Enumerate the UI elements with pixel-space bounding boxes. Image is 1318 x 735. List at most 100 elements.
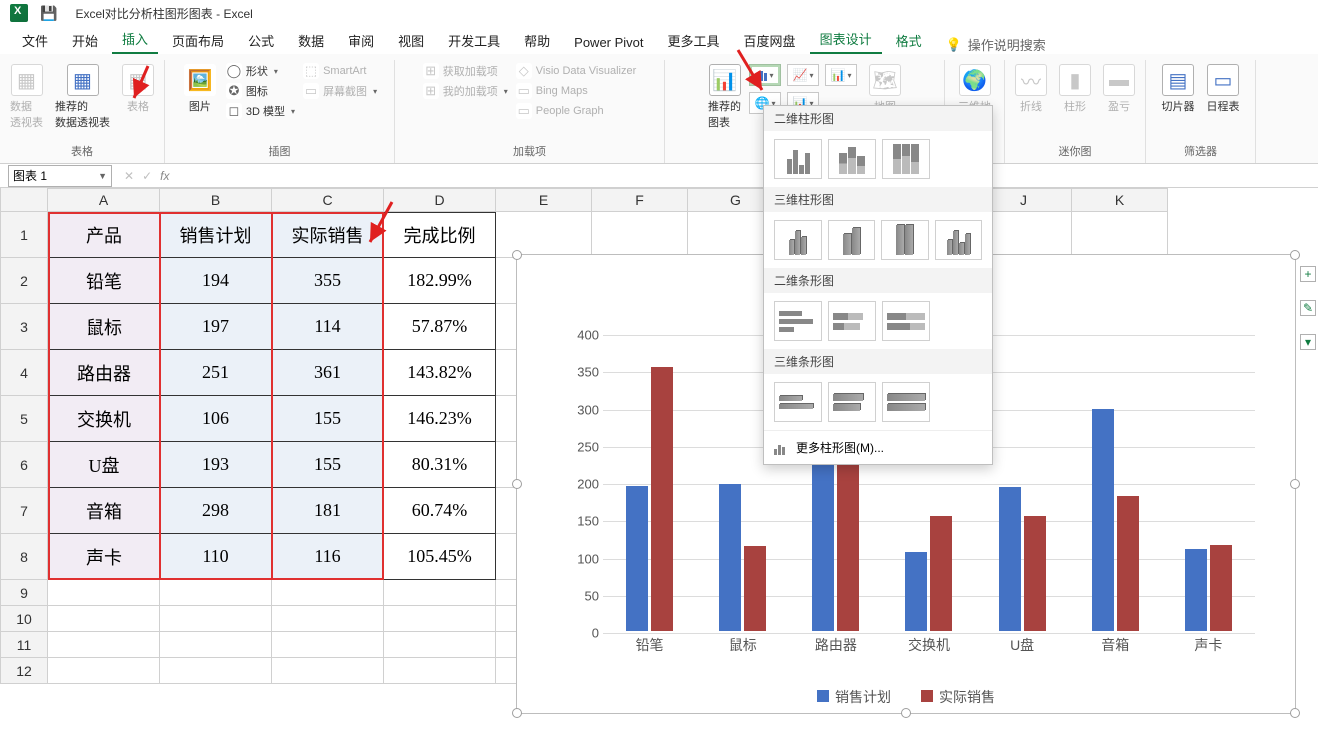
row-header-11[interactable]: 11 [0,632,48,658]
slicer-button[interactable]: ▤切片器 [1158,62,1199,116]
icons-button[interactable]: ✪图标 [224,82,297,100]
cell-D9[interactable] [384,580,496,606]
cell-C11[interactable] [272,632,384,658]
cell-A7[interactable]: 音箱 [48,488,160,534]
cell-D11[interactable] [384,632,496,658]
cell-A10[interactable] [48,606,160,632]
tab-help[interactable]: 帮助 [514,27,560,54]
cell-B7[interactable]: 298 [160,488,272,534]
cell-A4[interactable]: 路由器 [48,350,160,396]
cell-C5[interactable]: 155 [272,396,384,442]
tab-developer[interactable]: 开发工具 [438,27,510,54]
tab-file[interactable]: 文件 [12,27,58,54]
stacked100-bar-option[interactable] [882,301,930,341]
cell-C10[interactable] [272,606,384,632]
spark-col-button[interactable]: ▮柱形 [1055,62,1095,116]
tell-me-search[interactable]: 💡 操作说明搜索 [946,35,1046,54]
screenshot-button[interactable]: ▭屏幕截图▾ [301,82,379,100]
3d-clustered-column-option[interactable] [774,220,822,260]
chart-filters-button[interactable]: ▾ [1300,334,1316,350]
tab-view[interactable]: 视图 [388,27,434,54]
row-header-4[interactable]: 4 [0,350,48,396]
cell-C1[interactable]: 实际销售 [272,212,384,258]
cell-F1[interactable] [592,212,688,258]
row-header-9[interactable]: 9 [0,580,48,606]
stacked-column-option[interactable] [828,139,876,179]
cell-A2[interactable]: 铅笔 [48,258,160,304]
tab-format[interactable]: 格式 [886,27,932,54]
row-header-6[interactable]: 6 [0,442,48,488]
col-header-A[interactable]: A [48,188,160,212]
3dmodels-button[interactable]: ◻3D 模型▾ [224,102,297,120]
my-addins-button[interactable]: ⊞我的加载项▾ [421,82,510,100]
cell-A6[interactable]: U盘 [48,442,160,488]
peoplegraph-button[interactable]: ▭People Graph [514,102,638,120]
cell-K1[interactable] [1072,212,1168,258]
cell-B4[interactable]: 251 [160,350,272,396]
smartart-button[interactable]: ⬚SmartArt [301,62,379,80]
tab-baidu[interactable]: 百度网盘 [734,27,806,54]
bingmaps-button[interactable]: ▭Bing Maps [514,82,638,100]
cell-B12[interactable] [160,658,272,684]
col-header-B[interactable]: B [160,188,272,212]
cell-C7[interactable]: 181 [272,488,384,534]
more-column-charts-button[interactable]: 更多柱形图(M)... [764,430,992,464]
row-header-12[interactable]: 12 [0,658,48,684]
chart-legend[interactable]: 销售计划 实际销售 [517,687,1295,707]
cell-B5[interactable]: 106 [160,396,272,442]
timeline-button[interactable]: ▭日程表 [1203,62,1244,116]
cell-C3[interactable]: 114 [272,304,384,350]
cell-B6[interactable]: 193 [160,442,272,488]
3d-clustered-bar-option[interactable] [774,382,822,422]
column-chart-dropdown[interactable]: ▾ [749,64,781,86]
row-header-1[interactable]: 1 [0,212,48,258]
spark-winloss-button[interactable]: ▬盈亏 [1099,62,1139,116]
cell-C6[interactable]: 155 [272,442,384,488]
tab-pagelayout[interactable]: 页面布局 [162,27,234,54]
recommended-pivot-button[interactable]: ▦推荐的 数据透视表 [51,62,114,132]
tab-data[interactable]: 数据 [288,27,334,54]
line-chart-dropdown[interactable]: 📈▾ [787,64,819,86]
row-header-7[interactable]: 7 [0,488,48,534]
stacked100-column-option[interactable] [882,139,930,179]
cell-B11[interactable] [160,632,272,658]
enter-formula-icon[interactable]: ✓ [142,169,152,183]
cell-D7[interactable]: 60.74% [384,488,496,534]
row-header-3[interactable]: 3 [0,304,48,350]
cell-D8[interactable]: 105.45% [384,534,496,580]
cell-D2[interactable]: 182.99% [384,258,496,304]
cell-B9[interactable] [160,580,272,606]
visio-button[interactable]: ◇Visio Data Visualizer [514,62,638,80]
cell-D6[interactable]: 80.31% [384,442,496,488]
cell-C8[interactable]: 116 [272,534,384,580]
tab-moretools[interactable]: 更多工具 [658,27,730,54]
cell-A3[interactable]: 鼠标 [48,304,160,350]
cell-B8[interactable]: 110 [160,534,272,580]
cell-E1[interactable] [496,212,592,258]
row-header-2[interactable]: 2 [0,258,48,304]
col-header-K[interactable]: K [1072,188,1168,212]
cell-D1[interactable]: 完成比例 [384,212,496,258]
tab-home[interactable]: 开始 [62,27,108,54]
tab-insert[interactable]: 插入 [112,25,158,54]
fx-icon[interactable]: fx [160,169,169,183]
col-header-E[interactable]: E [496,188,592,212]
cell-A9[interactable] [48,580,160,606]
recommended-charts-button[interactable]: 📊推荐的 图表 [704,62,745,132]
name-box[interactable]: 图表 1▼ [8,165,112,187]
cell-A12[interactable] [48,658,160,684]
row-header-5[interactable]: 5 [0,396,48,442]
shapes-button[interactable]: ◯形状▾ [224,62,297,80]
spark-line-button[interactable]: 〰折线 [1011,62,1051,116]
col-header-D[interactable]: D [384,188,496,212]
tab-formulas[interactable]: 公式 [238,27,284,54]
cell-A8[interactable]: 声卡 [48,534,160,580]
chart-styles-button[interactable]: ✎ [1300,300,1316,316]
save-icon[interactable]: 💾 [40,5,57,22]
pivot-table-button[interactable]: ▦数据 透视表 [6,62,47,132]
cell-A11[interactable] [48,632,160,658]
row-header-8[interactable]: 8 [0,534,48,580]
stacked-bar-option[interactable] [828,301,876,341]
clustered-bar-option[interactable] [774,301,822,341]
col-header-C[interactable]: C [272,188,384,212]
